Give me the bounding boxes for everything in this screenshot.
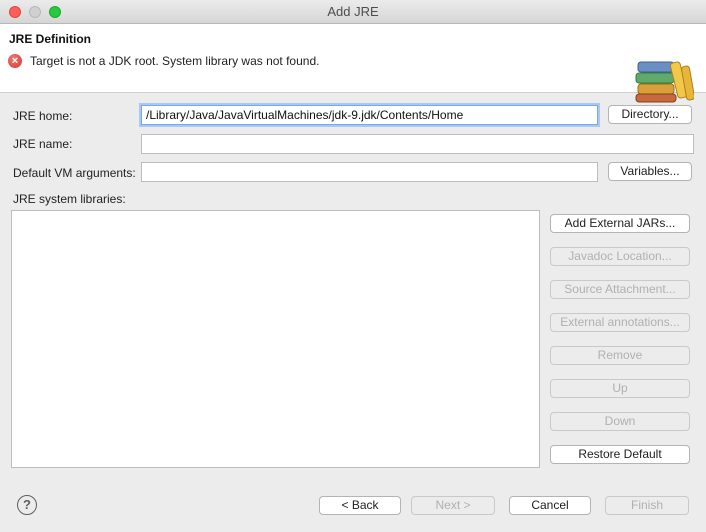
help-icon[interactable]: ?	[17, 495, 37, 515]
variables-button[interactable]: Variables...	[608, 162, 692, 181]
error-message: Target is not a JDK root. System library…	[30, 54, 320, 68]
header-title: JRE Definition	[9, 32, 92, 46]
vm-arguments-input[interactable]	[141, 162, 598, 182]
window-title: Add JRE	[327, 4, 379, 19]
system-libraries-label: JRE system libraries:	[13, 192, 126, 206]
finish-button[interactable]: Finish	[605, 496, 689, 515]
error-icon: ×	[8, 54, 22, 68]
jre-name-input[interactable]	[141, 134, 694, 154]
jre-name-label: JRE name:	[13, 137, 73, 151]
add-external-jars-button[interactable]: Add External JARs...	[550, 214, 690, 233]
directory-button[interactable]: Directory...	[608, 105, 692, 124]
jre-home-input[interactable]: /Library/Java/JavaVirtualMachines/jdk-9.…	[141, 105, 598, 125]
title-bar: Add JRE	[0, 0, 706, 24]
vm-arguments-label: Default VM arguments:	[13, 166, 136, 180]
external-annotations-button[interactable]: External annotations...	[550, 313, 690, 332]
jre-home-label: JRE home:	[13, 109, 73, 123]
restore-default-button[interactable]: Restore Default	[550, 445, 690, 464]
remove-button[interactable]: Remove	[550, 346, 690, 365]
cancel-button[interactable]: Cancel	[509, 496, 591, 515]
up-button[interactable]: Up	[550, 379, 690, 398]
back-button[interactable]: < Back	[319, 496, 401, 515]
next-button[interactable]: Next >	[411, 496, 495, 515]
javadoc-location-button[interactable]: Javadoc Location...	[550, 247, 690, 266]
source-attachment-button[interactable]: Source Attachment...	[550, 280, 690, 299]
dialog-header: JRE Definition × Target is not a JDK roo…	[0, 24, 706, 103]
system-libraries-list[interactable]	[11, 210, 540, 468]
down-button[interactable]: Down	[550, 412, 690, 431]
books-icon	[635, 61, 694, 103]
